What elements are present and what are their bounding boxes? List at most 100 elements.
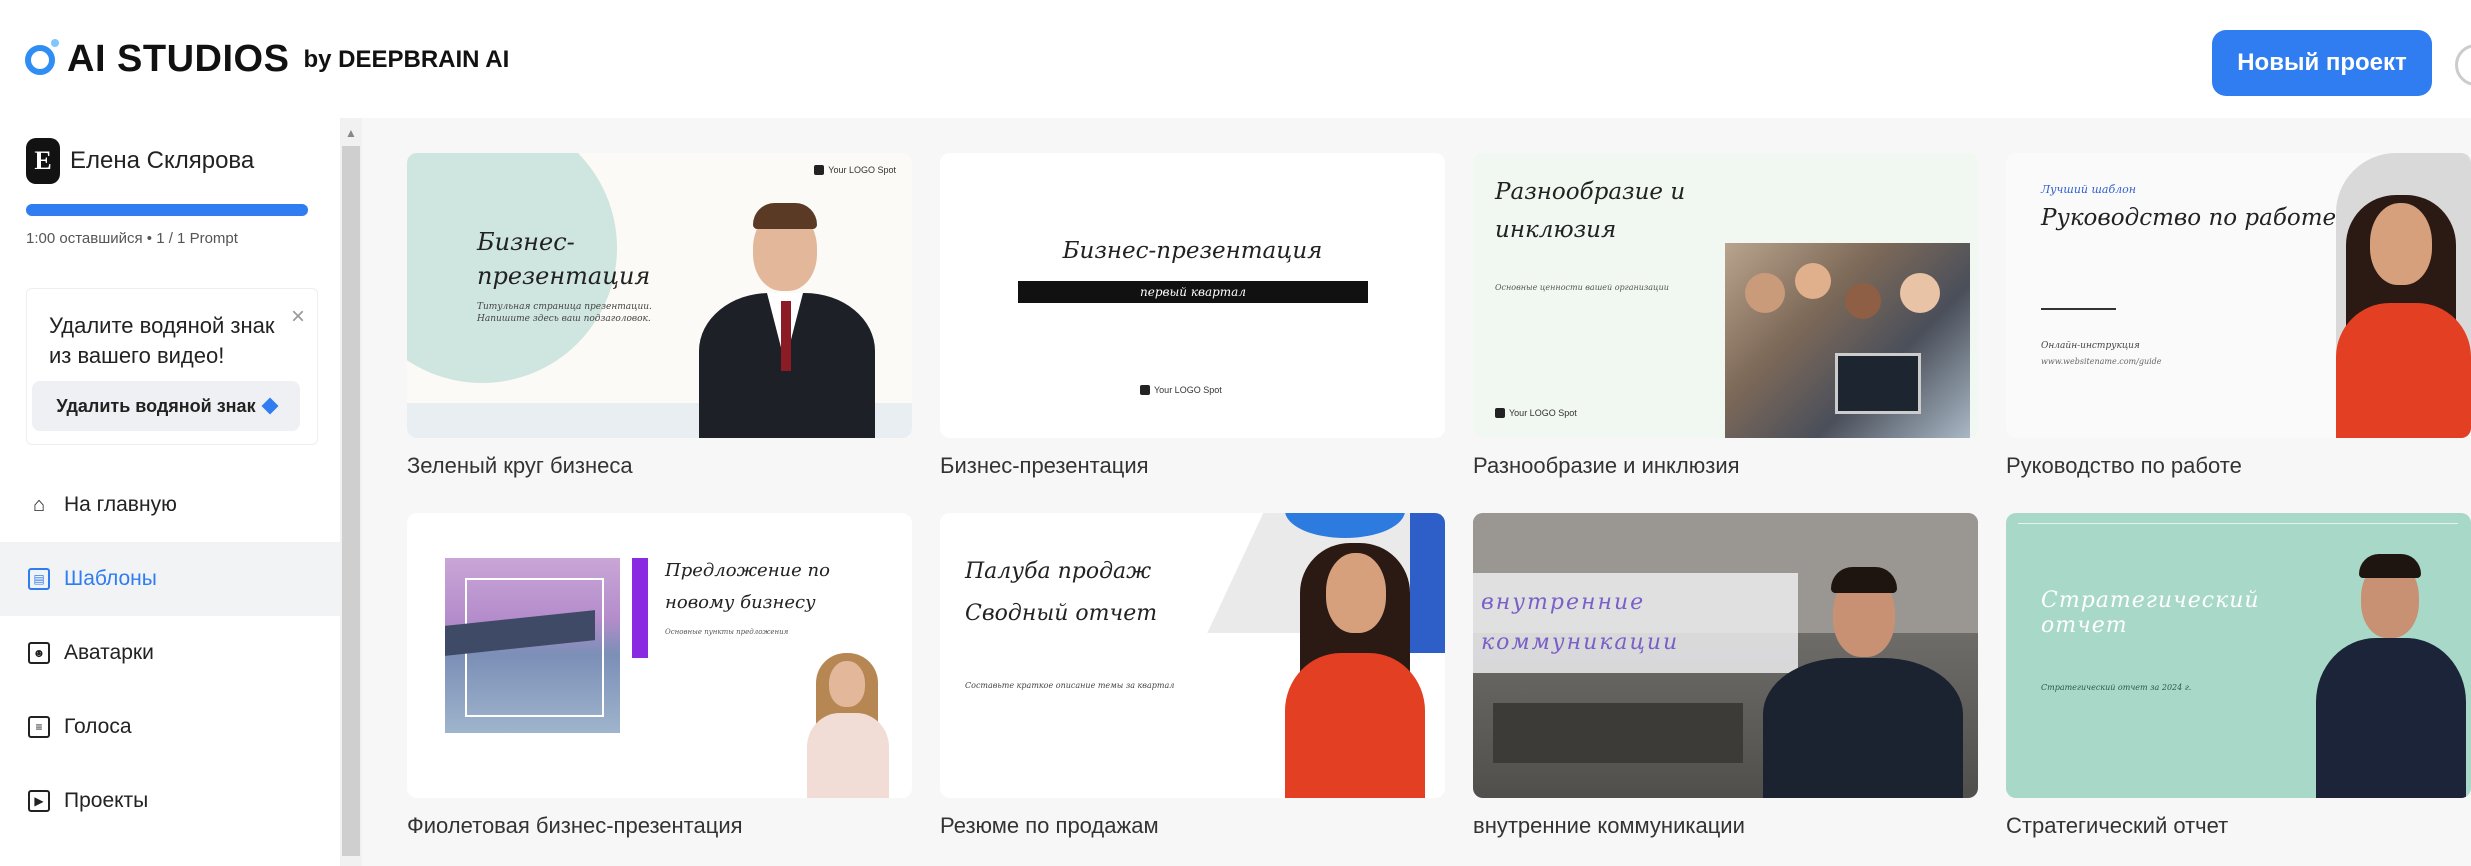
template-subtitle: первый квартал — [1140, 285, 1246, 299]
purple-accent-bar — [632, 558, 648, 658]
voice-icon: ≡ — [28, 716, 50, 738]
template-title: Стратегический отчет — [2041, 588, 2260, 638]
logo-text: Your LOGO Spot — [1154, 385, 1222, 395]
sidebar-item-projects[interactable]: ▶ Проекты — [0, 764, 340, 838]
quota-text: 1:00 оставшийся • 1 / 1 Prompt — [26, 230, 238, 247]
template-name[interactable]: Стратегический отчет — [2006, 813, 2471, 839]
template-card[interactable]: внутренние коммуникации внутренние комму… — [1473, 513, 1978, 839]
template-card[interactable]: Стратегический отчет Стратегический отче… — [2006, 513, 2471, 839]
diamond-icon — [261, 397, 279, 415]
scrollbar-thumb[interactable] — [342, 146, 360, 856]
template-name[interactable]: внутренние коммуникации — [1473, 813, 1978, 839]
title-underline-bar: первый квартал — [1018, 281, 1368, 303]
templates-icon: ▤ — [28, 568, 50, 590]
quota-progress-fill — [26, 204, 308, 216]
template-card[interactable]: Лучший шаблон Руководство по работе Онла… — [2006, 153, 2471, 479]
template-subtitle: Составьте краткое описание темы за кварт… — [965, 681, 1175, 690]
home-icon: ⌂ — [32, 493, 46, 516]
template-title: Руководство по работе — [2041, 205, 2337, 231]
template-name[interactable]: Резюме по продажам — [940, 813, 1445, 839]
logo-placeholder: Your LOGO Spot — [1140, 385, 1222, 395]
template-thumbnail[interactable]: Бизнес-презентация первый квартал Your L… — [940, 153, 1445, 438]
brand-byline: by DEEPBRAIN AI — [303, 45, 510, 73]
template-name[interactable]: Фиолетовая бизнес-презентация — [407, 813, 912, 839]
template-thumbnail[interactable]: Стратегический отчет Стратегический отче… — [2006, 513, 2471, 798]
sidebar-item-label: Аватарки — [64, 641, 154, 664]
template-thumbnail[interactable]: Лучший шаблон Руководство по работе Онла… — [2006, 153, 2471, 438]
template-title: Бизнес-презентация — [477, 228, 651, 290]
scroll-up-icon[interactable]: ▲ — [345, 126, 357, 140]
template-url: www.websitename.com/guide — [2041, 357, 2162, 366]
template-name[interactable]: Руководство по работе — [2006, 453, 2471, 479]
template-name[interactable]: Зеленый круг бизнеса — [407, 453, 912, 479]
help-icon[interactable] — [2455, 44, 2471, 86]
avatar-presenter — [2311, 548, 2471, 798]
brand-name: AI STUDIOS — [67, 38, 290, 80]
sidebar-item-voices[interactable]: ≡ Голоса — [0, 690, 340, 764]
brand-logo[interactable]: AI STUDIOS by DEEPBRAIN AI — [25, 38, 509, 81]
sidebar-item-label: На главную — [64, 493, 177, 516]
template-thumbnail[interactable]: Бизнес-презентация Титульная страница пр… — [407, 153, 912, 438]
template-thumbnail[interactable]: внутренние коммуникации — [1473, 513, 1978, 798]
watermark-promo-card: Удалите водяной знак из вашего видео! × … — [26, 288, 318, 445]
template-card[interactable]: Предложение по новому бизнесу Основные п… — [407, 513, 912, 839]
template-name[interactable]: Разнообразие и инклюзия — [1473, 453, 1978, 479]
title-panel: внутренние коммуникации — [1473, 573, 1798, 673]
sidebar-item-label: Проекты — [64, 789, 149, 812]
logo-text: Your LOGO Spot — [1509, 408, 1577, 418]
sidebar-item-avatars[interactable]: ☻ Аватарки — [0, 616, 340, 690]
template-card[interactable]: Бизнес-презентация Титульная страница пр… — [407, 153, 912, 479]
avatar-presenter — [802, 653, 892, 798]
logo-placeholder: Your LOGO Spot — [1495, 408, 1577, 418]
user-profile[interactable]: E Елена Склярова — [26, 138, 254, 184]
sidebar-nav: ⌂ На главную ▤ Шаблоны ☻ Аватарки ≡ Голо… — [0, 468, 340, 838]
sidebar-item-templates[interactable]: ▤ Шаблоны — [0, 542, 340, 616]
avatar-presenter — [697, 203, 877, 438]
template-title: Палуба продаж Сводный отчет — [965, 559, 1158, 626]
avatar-icon: ☻ — [28, 642, 50, 664]
top-line — [2018, 523, 2458, 524]
avatar-presenter — [2336, 183, 2471, 438]
template-thumbnail[interactable]: Предложение по новому бизнесу Основные п… — [407, 513, 912, 798]
quota-progress-bar — [26, 204, 308, 216]
template-name[interactable]: Бизнес-презентация — [940, 453, 1445, 479]
user-name: Елена Склярова — [70, 147, 255, 174]
sidebar-item-label: Голоса — [64, 715, 132, 738]
template-subtitle: Онлайн-инструкция — [2041, 341, 2140, 351]
desk-shape — [1493, 703, 1743, 763]
divider-line — [2041, 308, 2116, 310]
template-subtitle: Титульная страница презентации. Напишите… — [477, 302, 652, 324]
template-subtitle: Основные ценности вашей организации — [1495, 283, 1669, 292]
avatar: E — [26, 138, 60, 184]
template-tag: Лучший шаблон — [2041, 183, 2137, 196]
sidebar: E Елена Склярова 1:00 оставшийся • 1 / 1… — [0, 118, 340, 866]
top-header: AI STUDIOS by DEEPBRAIN AI Новый проект — [0, 0, 2471, 119]
remove-watermark-label: Удалить водяной знак — [56, 395, 256, 416]
template-thumbnail[interactable]: Разнообразие и инклюзия Основные ценност… — [1473, 153, 1978, 438]
promo-text: Удалите водяной знак из вашего видео! — [49, 313, 275, 368]
avatar-presenter — [1280, 543, 1430, 798]
template-subtitle: Стратегический отчет за 2024 г. — [2041, 683, 2192, 692]
logo-text: Your LOGO Spot — [828, 165, 896, 175]
template-title: Бизнес-презентация — [1062, 238, 1323, 264]
close-icon[interactable]: × — [291, 303, 305, 331]
logo-placeholder: Your LOGO Spot — [814, 165, 896, 175]
template-title: Предложение по новому бизнесу — [665, 560, 830, 613]
template-thumbnail[interactable]: Палуба продаж Сводный отчет Составьте кр… — [940, 513, 1445, 798]
template-card[interactable]: Разнообразие и инклюзия Основные ценност… — [1473, 153, 1978, 479]
projects-icon: ▶ — [28, 790, 50, 812]
template-card[interactable]: Палуба продаж Сводный отчет Составьте кр… — [940, 513, 1445, 839]
template-title: Разнообразие и инклюзия — [1495, 179, 1686, 243]
avatar-presenter — [1763, 553, 1963, 798]
templates-grid: Бизнес-презентация Титульная страница пр… — [362, 118, 2471, 866]
remove-watermark-button[interactable]: Удалить водяной знак — [32, 381, 300, 431]
building-photo — [445, 558, 620, 733]
sidebar-scrollbar[interactable]: ▲ — [340, 118, 362, 866]
classroom-photo — [1725, 243, 1970, 438]
new-project-button[interactable]: Новый проект — [2212, 30, 2432, 96]
brand-logo-icon — [25, 38, 59, 75]
sidebar-item-home[interactable]: ⌂ На главную — [0, 468, 340, 542]
template-subtitle: Основные пункты предложения — [665, 628, 789, 636]
sidebar-item-label: Шаблоны — [64, 567, 157, 590]
template-card[interactable]: Бизнес-презентация первый квартал Your L… — [940, 153, 1445, 479]
